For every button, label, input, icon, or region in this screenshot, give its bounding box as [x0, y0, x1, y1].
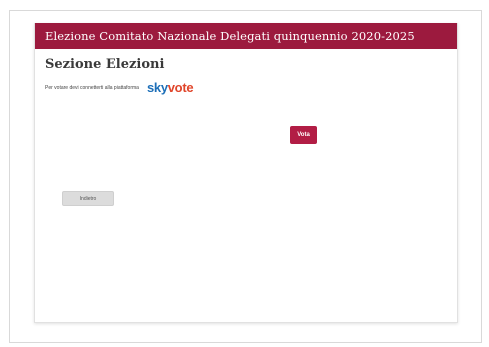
instruction-text: Per votare devi connetterti alla piattaf…	[45, 84, 139, 91]
page-header-title: Elezione Comitato Nazionale Delegati qui…	[45, 29, 415, 43]
section-title: Sezione Elezioni	[45, 57, 165, 72]
vote-button[interactable]: Vota	[290, 126, 317, 144]
logo-text-sky: sky	[146, 80, 168, 95]
skyvote-logo: sky vote	[146, 80, 194, 95]
screenshot-frame: Elezione Comitato Nazionale Delegati qui…	[9, 10, 482, 343]
back-button[interactable]: Indietro	[62, 191, 114, 206]
page-header: Elezione Comitato Nazionale Delegati qui…	[35, 23, 457, 49]
logo-text-vote: vote	[167, 80, 194, 95]
instruction-row: Per votare devi connetterti alla piattaf…	[45, 80, 194, 95]
election-panel: Elezione Comitato Nazionale Delegati qui…	[34, 23, 458, 323]
